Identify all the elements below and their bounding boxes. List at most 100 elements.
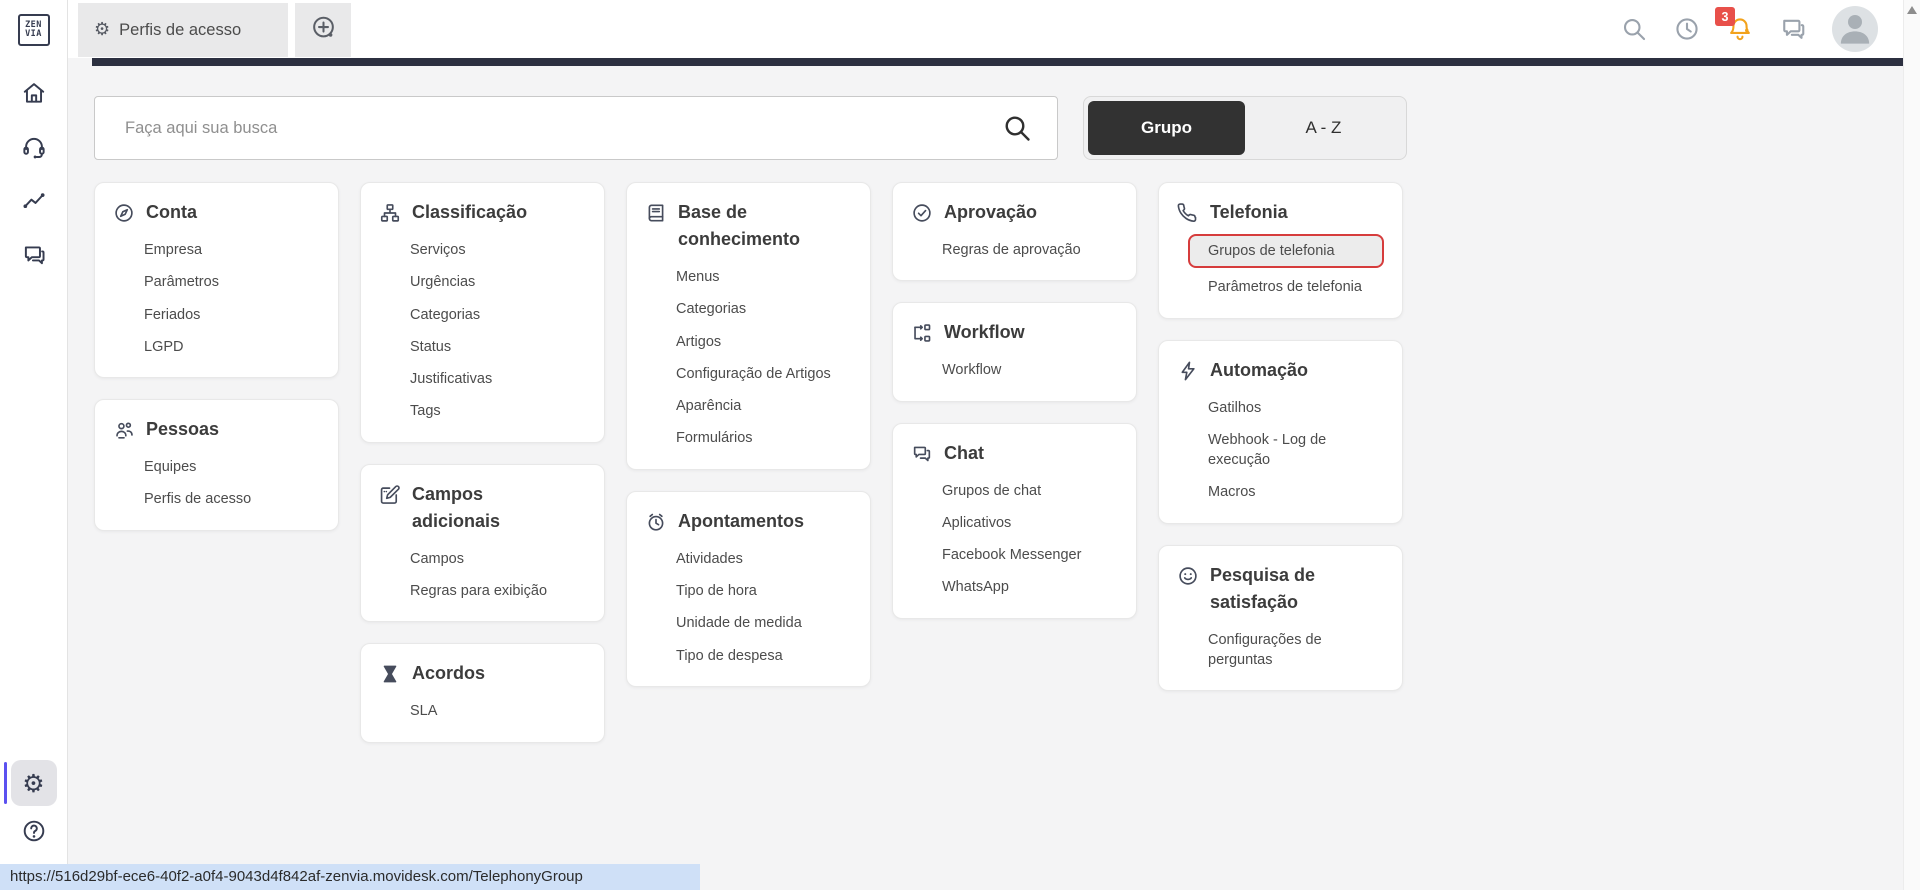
messages-button[interactable] (1779, 15, 1807, 43)
controls-row: Grupo A - Z (94, 96, 1407, 160)
book-icon (645, 202, 667, 224)
analytics-icon (21, 188, 47, 219)
card-item-categorias[interactable]: Categorias (676, 293, 854, 325)
card-item-grupos-de-telefonia[interactable]: Grupos de telefonia (1188, 234, 1384, 269)
sidebar-item-settings[interactable]: ⚙ (3, 760, 57, 806)
card-column: Base de conhecimento Menus Categorias Artig… (626, 182, 871, 687)
card-item-equipes[interactable]: Equipes (144, 451, 322, 483)
card-title: Apontamentos (678, 510, 804, 531)
card-item-configuracoes-de-perguntas[interactable]: Configurações de perguntas (1208, 624, 1386, 677)
card-chat: Chat Grupos de chat Aplicativos Facebook Me… (892, 422, 1137, 619)
card-item-tipo-de-hora[interactable]: Tipo de hora (676, 575, 854, 607)
card-header: Telefonia (1177, 199, 1386, 226)
card-item-unidade-de-medida[interactable]: Unidade de medida (676, 607, 854, 639)
card-item-servicos[interactable]: Serviços (410, 234, 588, 266)
card-item-justificativas[interactable]: Justificativas (410, 363, 588, 395)
card-item-empresa[interactable]: Empresa (144, 234, 322, 266)
notifications-button[interactable]: 3 (1715, 7, 1754, 43)
card-item-categorias[interactable]: Categorias (410, 299, 588, 331)
home-icon (21, 80, 47, 111)
card-title: Telefonia (1210, 202, 1288, 222)
card-item-urgencias[interactable]: Urgências (410, 266, 588, 298)
card-item-lgpd[interactable]: LGPD (144, 331, 322, 363)
zenvia-logo: ZEN VIA (17, 14, 50, 46)
card-workflow: Workflow Workflow (892, 302, 1137, 402)
sidebar-item-help[interactable] (11, 810, 57, 856)
card-item-menus[interactable]: Menus (676, 261, 854, 293)
scroll-up-arrow-icon[interactable] (1907, 6, 1917, 14)
toggle-grupo[interactable]: Grupo (1088, 101, 1245, 155)
card-item-regras-de-aprovacao[interactable]: Regras de aprovação (942, 234, 1120, 266)
card-item-whatsapp[interactable]: WhatsApp (942, 571, 1120, 603)
card-header: Classificação (379, 199, 588, 226)
card-item-regras-para-exibicao[interactable]: Regras para exibição (410, 575, 588, 607)
card-item-webhook-log-de-execucao[interactable]: Webhook - Log de execução (1208, 424, 1386, 477)
card-item-facebook-messenger[interactable]: Facebook Messenger (942, 539, 1120, 571)
tab-label: Perfis de acesso (119, 20, 242, 39)
card-header: Automação (1177, 357, 1386, 384)
card-item-status[interactable]: Status (410, 331, 588, 363)
card-item-configuracao-de-artigos[interactable]: Configuração de Artigos (676, 358, 854, 390)
card-title: Chat (944, 442, 984, 463)
card-item-campos[interactable]: Campos (410, 543, 588, 575)
card-title: Conta (146, 202, 197, 222)
card-item-sla[interactable]: SLA (410, 695, 588, 727)
plus-circle-icon (310, 14, 337, 46)
card-header: Aprovação (911, 199, 1120, 226)
sidebar-item-analytics[interactable] (11, 180, 57, 226)
card-header: Chat (911, 440, 1120, 467)
card-item-tipo-de-despesa[interactable]: Tipo de despesa (676, 640, 854, 672)
card-header: Base de conhecimento (645, 199, 854, 253)
alarm-icon (645, 511, 667, 533)
card-header: Workflow (911, 319, 1120, 346)
new-tab-button[interactable] (295, 3, 351, 57)
card-header: Pessoas (113, 416, 322, 443)
card-item-perfis-de-acesso[interactable]: Perfis de acesso (144, 483, 322, 515)
gear-icon: ⚙ (22, 768, 45, 798)
sidebar-bottom: ⚙ (0, 760, 67, 856)
smiley-icon (1177, 565, 1199, 587)
history-icon (1673, 18, 1701, 47)
card-items: Regras de aprovação (911, 234, 1120, 266)
sidebar-nav (0, 72, 67, 280)
card-item-parametros-de-telefonia[interactable]: Parâmetros de telefonia (1208, 271, 1386, 303)
search-button[interactable] (1620, 15, 1648, 43)
card-item-artigos[interactable]: Artigos (676, 326, 854, 358)
search-submit-button[interactable] (1001, 112, 1033, 144)
card-title: Automação (1210, 359, 1309, 380)
sidebar-item-home[interactable] (11, 72, 57, 118)
vertical-scrollbar[interactable] (1903, 0, 1920, 890)
card-item-formularios[interactable]: Formulários (676, 422, 854, 454)
tab-perfis-de-acesso[interactable]: ⚙ Perfis de acesso (78, 3, 288, 57)
card-item-grupos-de-chat[interactable]: Grupos de chat (942, 475, 1120, 507)
card-item-aparencia[interactable]: Aparência (676, 390, 854, 422)
user-avatar[interactable] (1832, 6, 1878, 52)
card-item-aplicativos[interactable]: Aplicativos (942, 507, 1120, 539)
history-button[interactable] (1673, 15, 1701, 43)
card-item-macros[interactable]: Macros (1208, 476, 1386, 508)
lightning-icon (1177, 360, 1199, 382)
card-items: Menus Categorias Artigos Configuração de Ar… (645, 261, 854, 455)
search-input[interactable] (125, 118, 1001, 138)
card-item-feriados[interactable]: Feriados (144, 299, 322, 331)
card-column: Aprovação Regras de aprovação Workflow Work… (892, 182, 1137, 619)
card-item-workflow[interactable]: Workflow (942, 354, 1120, 386)
card-item-gatilhos[interactable]: Gatilhos (1208, 392, 1386, 424)
toggle-a-z[interactable]: A - Z (1245, 101, 1402, 155)
card-title: Acordos (412, 663, 486, 684)
card-item-atividades[interactable]: Atividades (676, 543, 854, 575)
card-column: Classificação Serviços Urgências Categorias… (360, 182, 605, 743)
card-header: Acordos (379, 660, 588, 687)
compass-icon (113, 202, 135, 224)
card-title: Classificação (412, 202, 528, 222)
card-item-tags[interactable]: Tags (410, 395, 588, 427)
view-toggle: Grupo A - Z (1083, 96, 1407, 160)
card-items: Empresa Parâmetros Feriados LGPD (113, 234, 322, 363)
card-items: Grupos de chat Aplicativos Facebook Messen… (911, 475, 1120, 604)
card-apontamentos: Apontamentos Atividades Tipo de hora Unidad… (626, 490, 871, 687)
card-items: Grupos de telefonia Parâmetros de telefon… (1177, 234, 1386, 304)
sidebar-item-support[interactable] (11, 126, 57, 172)
card-item-parametros[interactable]: Parâmetros (144, 266, 322, 298)
sidebar-item-chat[interactable] (11, 234, 57, 280)
sidebar: ZEN VIA ⚙ (0, 0, 68, 890)
